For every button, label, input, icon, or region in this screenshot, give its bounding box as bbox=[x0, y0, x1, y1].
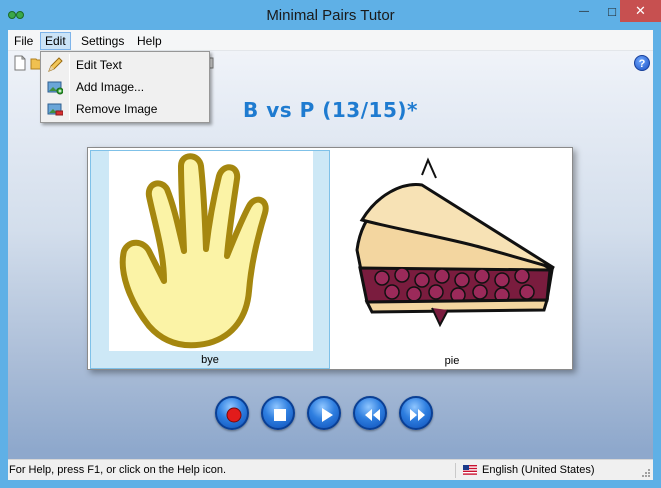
minimal-pairs-panel: bye pie bbox=[87, 147, 573, 370]
hand-image bbox=[109, 151, 313, 351]
minimize-button[interactable]: — bbox=[570, 0, 598, 22]
pair-caption: pie bbox=[444, 355, 460, 367]
status-divider bbox=[455, 463, 456, 478]
app-window: Minimal Pairs Tutor — □ ✕ File Edit Sett… bbox=[0, 0, 661, 488]
help-icon[interactable]: ? bbox=[634, 55, 650, 71]
menu-item-label: Edit Text bbox=[76, 58, 122, 72]
remove-image-icon bbox=[47, 103, 63, 116]
menu-item-label: Add Image... bbox=[76, 80, 145, 94]
menu-edit[interactable]: Edit bbox=[40, 32, 71, 50]
stop-button[interactable] bbox=[261, 396, 295, 430]
status-bar: For Help, press F1, or click on the Help… bbox=[8, 459, 653, 480]
pencil-icon bbox=[48, 57, 63, 72]
playback-controls bbox=[8, 396, 653, 430]
new-document-icon[interactable] bbox=[12, 55, 28, 71]
client-area: File Edit Settings Help ? Edit Text Add … bbox=[8, 30, 653, 480]
play-button[interactable] bbox=[307, 396, 341, 430]
pair-card-pie[interactable]: pie bbox=[332, 150, 572, 369]
fast-forward-button[interactable] bbox=[399, 396, 433, 430]
record-icon bbox=[226, 407, 242, 423]
add-image-icon bbox=[47, 81, 63, 95]
close-icon: ✕ bbox=[635, 3, 646, 18]
window-title: Minimal Pairs Tutor bbox=[266, 7, 395, 24]
menu-item-add-image[interactable]: Add Image... bbox=[43, 76, 207, 98]
rewind-button[interactable] bbox=[353, 396, 387, 430]
close-button[interactable]: ✕ bbox=[620, 0, 661, 22]
menu-item-edit-text[interactable]: Edit Text bbox=[43, 54, 207, 76]
title-bar[interactable]: Minimal Pairs Tutor — □ ✕ bbox=[0, 0, 661, 30]
rewind-icon bbox=[365, 409, 380, 421]
pair-caption: bye bbox=[201, 354, 219, 366]
menu-file[interactable]: File bbox=[10, 32, 37, 50]
status-text: For Help, press F1, or click on the Help… bbox=[9, 464, 227, 476]
resize-grip-icon[interactable] bbox=[641, 468, 651, 478]
maximize-icon: □ bbox=[608, 3, 616, 19]
play-icon bbox=[322, 408, 333, 422]
menu-help[interactable]: Help bbox=[133, 32, 166, 50]
menu-settings[interactable]: Settings bbox=[77, 32, 128, 50]
edit-dropdown-menu: Edit Text Add Image... Remove Image bbox=[40, 51, 210, 123]
us-flag-icon bbox=[463, 465, 477, 475]
stop-icon bbox=[274, 409, 286, 421]
language-indicator[interactable]: English (United States) bbox=[482, 464, 595, 476]
menu-item-remove-image[interactable]: Remove Image bbox=[43, 98, 207, 120]
menu-item-label: Remove Image bbox=[76, 102, 158, 116]
minimize-icon: — bbox=[579, 5, 589, 17]
fast-forward-icon bbox=[410, 409, 425, 421]
record-button[interactable] bbox=[215, 396, 249, 430]
pair-card-bye[interactable]: bye bbox=[90, 150, 330, 369]
pie-image bbox=[332, 150, 572, 350]
menu-bar: File Edit Settings Help bbox=[8, 30, 653, 51]
